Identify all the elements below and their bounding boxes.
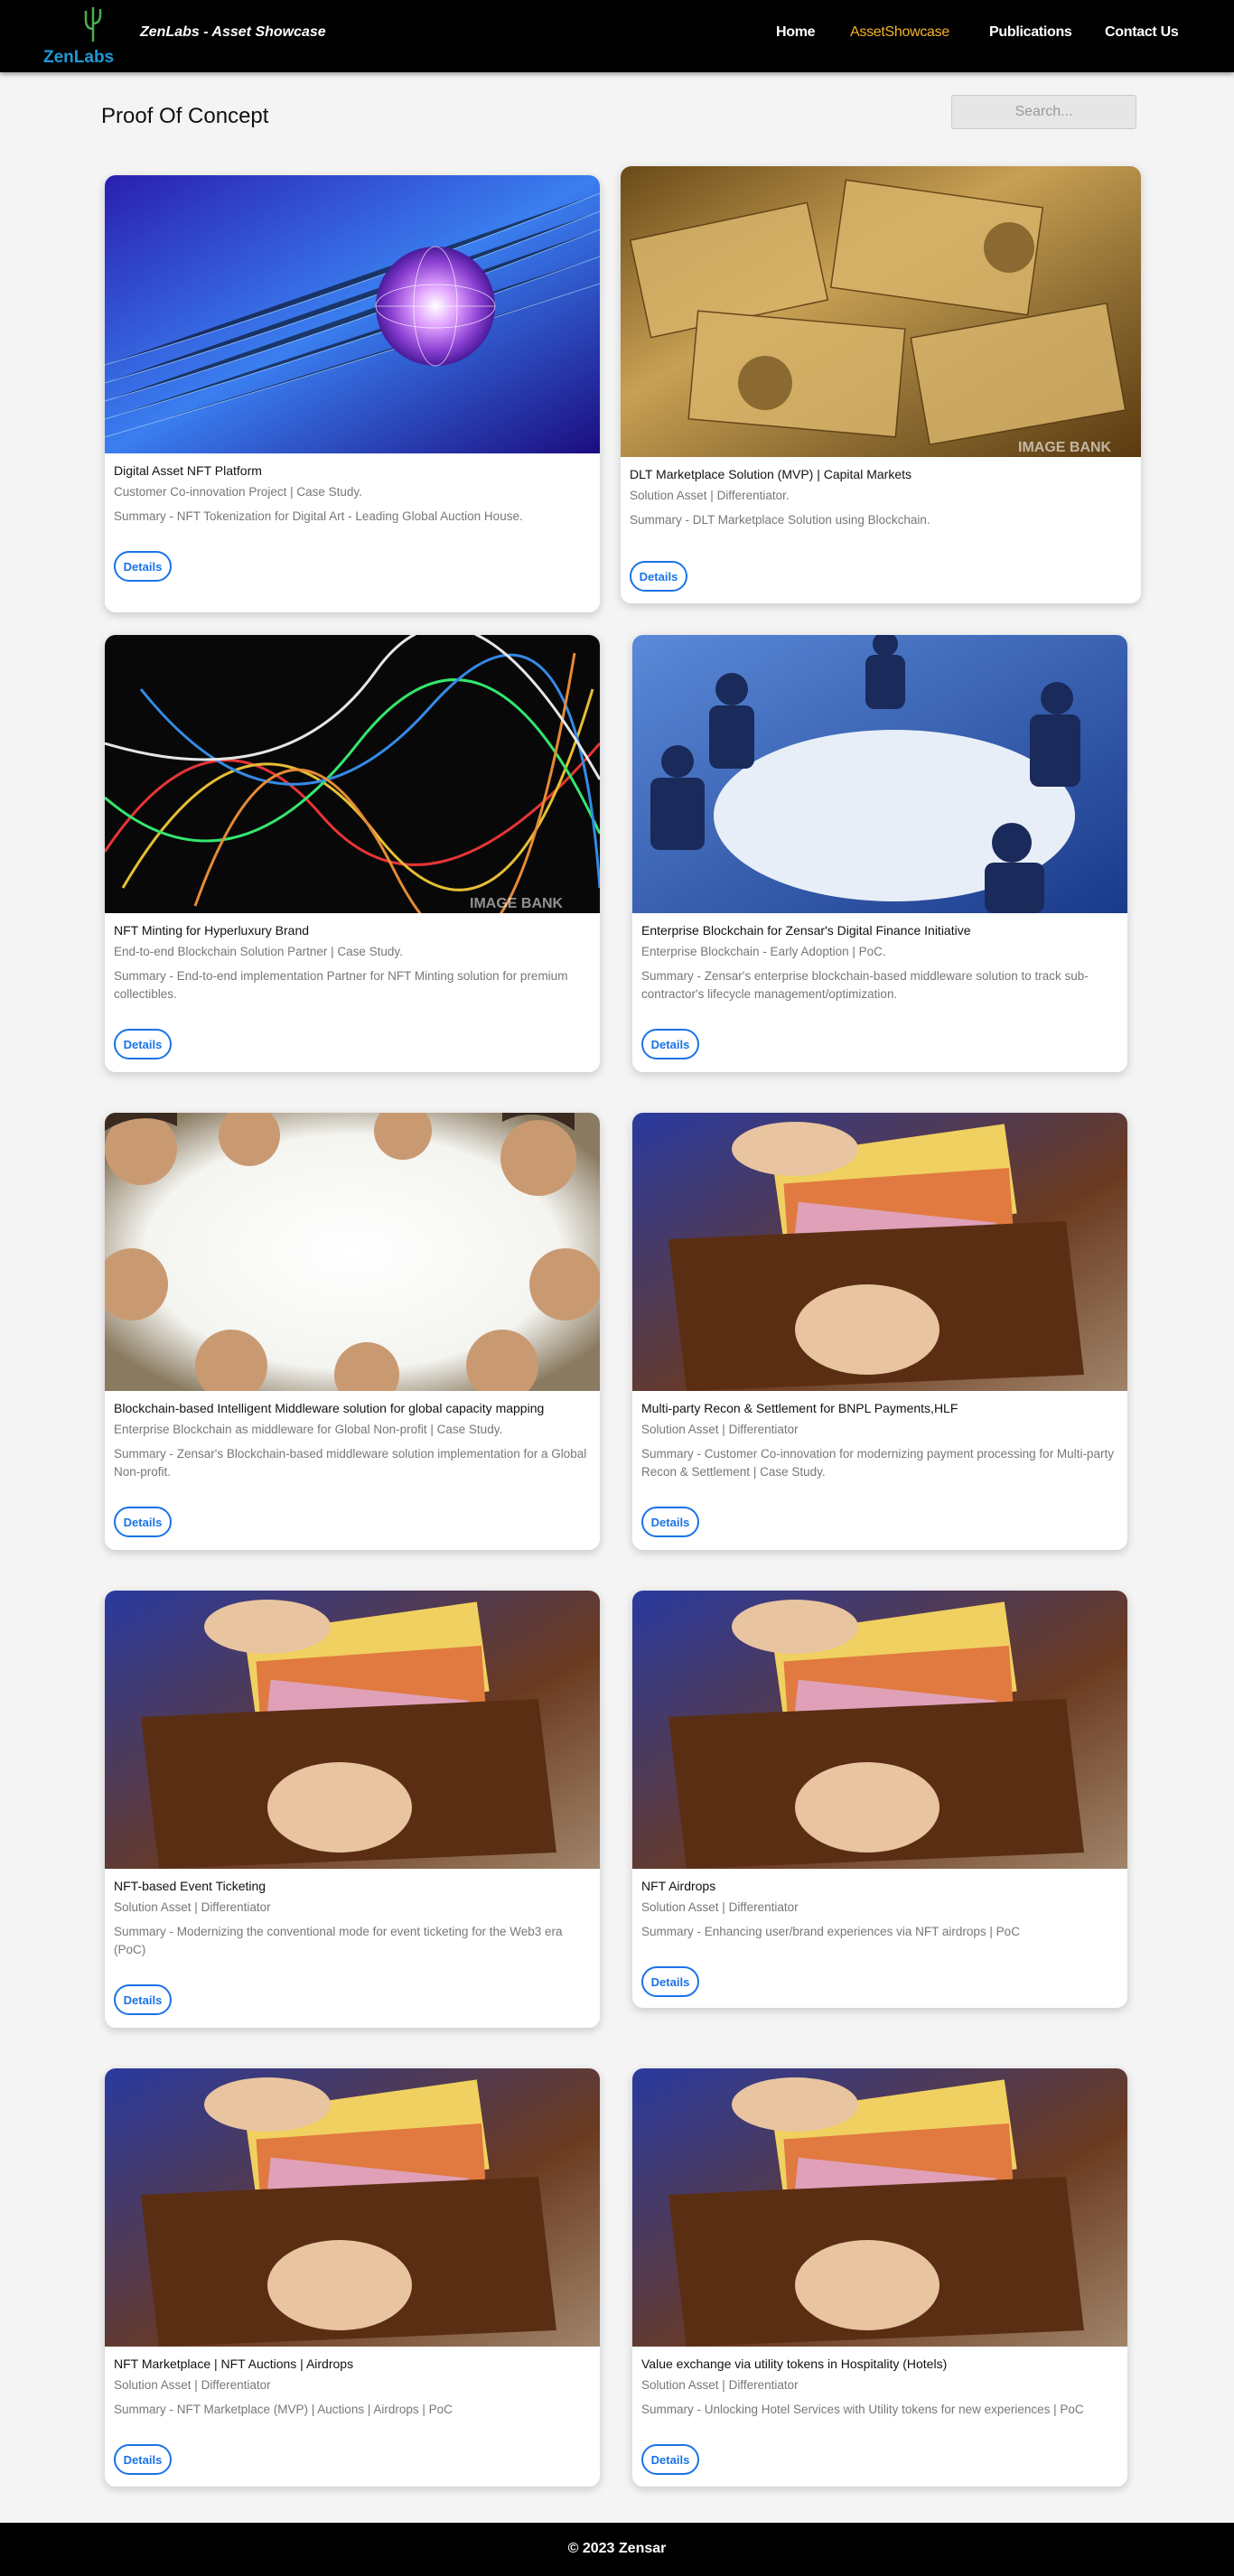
- card-title: Multi-party Recon & Settlement for BNPL …: [641, 1401, 958, 1415]
- asset-card: Enterprise Blockchain for Zensar's Digit…: [632, 635, 1127, 1072]
- footer: © 2023 Zensar: [0, 2523, 1234, 2576]
- top-navbar: ZenLabs ZenLabs - Asset Showcase Home As…: [0, 0, 1234, 72]
- card-title: Value exchange via utility tokens in Hos…: [641, 2357, 948, 2371]
- card-subtitle: Customer Co-innovation Project | Case St…: [114, 485, 362, 499]
- details-button[interactable]: Details: [114, 1984, 172, 2015]
- card-subtitle: Solution Asset | Differentiator: [641, 1423, 799, 1436]
- card-image-light-trails: IMAGE BANK: [105, 635, 600, 913]
- card-subtitle: End-to-end Blockchain Solution Partner |…: [114, 945, 403, 958]
- card-title: Enterprise Blockchain for Zensar's Digit…: [641, 923, 971, 938]
- asset-card: NFT Airdrops Solution Asset | Differenti…: [632, 1591, 1127, 2008]
- card-subtitle: Solution Asset | Differentiator: [641, 1900, 799, 1914]
- details-button[interactable]: Details: [114, 1029, 172, 1059]
- card-summary: Summary - DLT Marketplace Solution using…: [630, 513, 930, 527]
- card-image-banknotes: IMAGE BANK: [621, 166, 1141, 457]
- details-button[interactable]: Details: [630, 561, 687, 592]
- card-title: Digital Asset NFT Platform: [114, 463, 262, 478]
- card-summary: Summary - Zensar's Blockchain-based midd…: [114, 1447, 587, 1479]
- card-subtitle: Solution Asset | Differentiator: [114, 2378, 271, 2392]
- asset-card: Value exchange via utility tokens in Hos…: [632, 2068, 1127, 2487]
- asset-card: NFT-based Event Ticketing Solution Asset…: [105, 1591, 600, 2028]
- card-image-wallet-euro: [632, 1591, 1127, 1869]
- card-summary: Summary - Zensar's enterprise blockchain…: [641, 969, 1089, 1001]
- card-subtitle: Enterprise Blockchain as middleware for …: [114, 1423, 503, 1436]
- card-image-meeting-table: [632, 635, 1127, 913]
- footer-copyright: © 2023 Zensar: [567, 2541, 667, 2556]
- details-button[interactable]: Details: [641, 2444, 699, 2475]
- card-title: DLT Marketplace Solution (MVP) | Capital…: [630, 467, 912, 481]
- card-image-wallet-euro: [105, 2068, 600, 2347]
- details-button[interactable]: Details: [641, 1507, 699, 1537]
- card-title: NFT Airdrops: [641, 1879, 716, 1893]
- card-summary: Summary - Customer Co-innovation for mod…: [641, 1447, 1114, 1479]
- asset-card: NFT Marketplace | NFT Auctions | Airdrop…: [105, 2068, 600, 2487]
- card-summary: Summary - Unlocking Hotel Services with …: [641, 2403, 1084, 2416]
- card-summary: Summary - Modernizing the conventional m…: [114, 1925, 563, 1956]
- details-button[interactable]: Details: [641, 1029, 699, 1059]
- card-image-wallet-euro: [632, 2068, 1127, 2347]
- nav-publications[interactable]: Publications: [989, 24, 1072, 41]
- nav-asset-showcase[interactable]: AssetShowcase: [850, 24, 949, 41]
- zenlabs-logo[interactable]: ZenLabs: [42, 2, 119, 69]
- card-summary: Summary - End-to-end implementation Part…: [114, 969, 568, 1001]
- card-subtitle: Enterprise Blockchain - Early Adoption |…: [641, 945, 886, 958]
- search-input[interactable]: Search...: [951, 95, 1136, 129]
- details-button[interactable]: Details: [114, 551, 172, 582]
- card-summary: Summary - Enhancing user/brand experienc…: [641, 1925, 1020, 1938]
- card-subtitle: Solution Asset | Differentiator.: [630, 489, 790, 502]
- details-button[interactable]: Details: [641, 1966, 699, 1997]
- logo-text: ZenLabs: [43, 48, 114, 67]
- asset-card: Multi-party Recon & Settlement for BNPL …: [632, 1113, 1127, 1550]
- image-watermark: IMAGE BANK: [1018, 440, 1112, 455]
- details-button[interactable]: Details: [114, 1507, 172, 1537]
- asset-card: IMAGE BANK NFT Minting for Hyperluxury B…: [105, 635, 600, 1072]
- card-image-wallet-euro: [632, 1113, 1127, 1391]
- nav-contact-us[interactable]: Contact Us: [1105, 24, 1179, 41]
- card-title: Blockchain-based Intelligent Middleware …: [114, 1401, 545, 1415]
- asset-card: IMAGE BANK DLT Marketplace Solution (MVP…: [621, 166, 1141, 603]
- card-title: NFT-based Event Ticketing: [114, 1879, 266, 1893]
- card-image-wallet-euro: [105, 1591, 600, 1869]
- card-image-people-circle: [105, 1113, 600, 1391]
- image-watermark: IMAGE BANK: [470, 896, 564, 911]
- asset-card: Digital Asset NFT Platform Customer Co-i…: [105, 175, 600, 612]
- asset-card: Blockchain-based Intelligent Middleware …: [105, 1113, 600, 1550]
- card-summary: Summary - NFT Marketplace (MVP) | Auctio…: [114, 2403, 453, 2416]
- details-button[interactable]: Details: [114, 2444, 172, 2475]
- page-title: Proof Of Concept: [101, 104, 269, 128]
- card-summary: Summary - NFT Tokenization for Digital A…: [114, 509, 523, 523]
- nav-home[interactable]: Home: [776, 24, 816, 41]
- card-title: NFT Minting for Hyperluxury Brand: [114, 923, 310, 938]
- card-title: NFT Marketplace | NFT Auctions | Airdrop…: [114, 2357, 354, 2371]
- card-image-globe-network: [105, 175, 600, 453]
- card-subtitle: Solution Asset | Differentiator: [114, 1900, 271, 1914]
- brand-title[interactable]: ZenLabs - Asset Showcase: [140, 24, 326, 41]
- card-subtitle: Solution Asset | Differentiator: [641, 2378, 799, 2392]
